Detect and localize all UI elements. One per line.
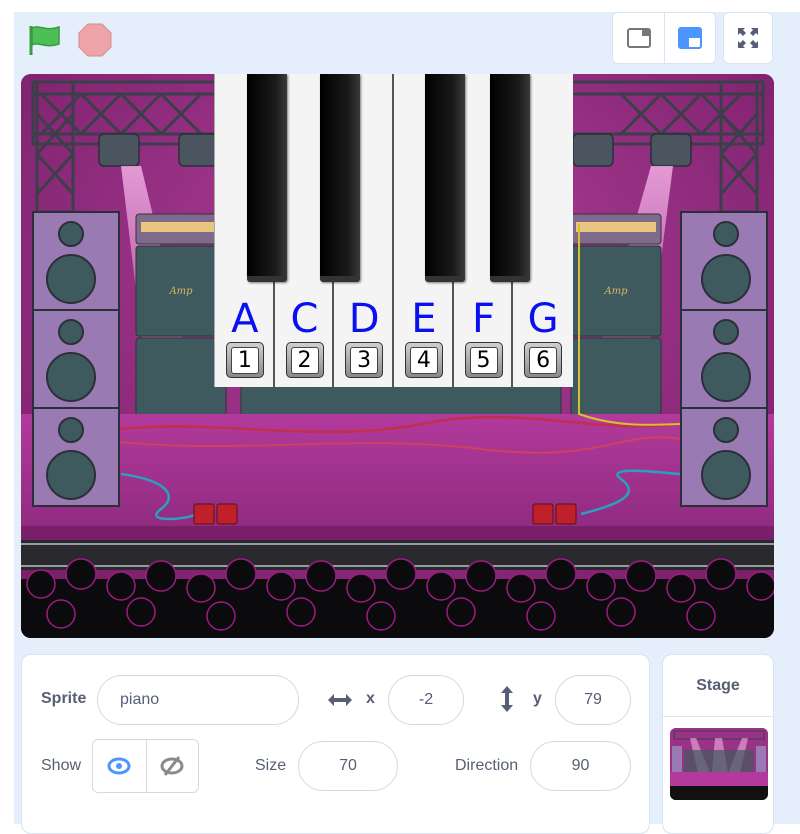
keyboard-shortcut-badge: 5 bbox=[464, 342, 503, 378]
fullscreen-icon bbox=[738, 28, 758, 48]
amp-label: Amp bbox=[168, 286, 193, 297]
normal-stage-button[interactable] bbox=[664, 13, 715, 63]
small-stage-button[interactable] bbox=[613, 13, 664, 63]
keyboard-shortcut-badge: 3 bbox=[345, 342, 384, 378]
stage-canvas[interactable]: Amp Amp A 1 C 2 D 3 E 4 F 5 G 6 bbox=[21, 74, 774, 638]
horizontal-arrows-icon bbox=[328, 694, 352, 706]
piano-black-key[interactable] bbox=[247, 74, 287, 282]
stage-thumbnail-image bbox=[670, 728, 768, 800]
note-letter: G bbox=[527, 296, 559, 342]
note-letter: E bbox=[411, 296, 437, 342]
size-input[interactable]: 70 bbox=[298, 741, 398, 791]
shortcut-key-label: 3 bbox=[350, 346, 379, 374]
y-position-input[interactable]: 79 bbox=[555, 675, 631, 725]
stage-selector[interactable]: Stage bbox=[662, 654, 774, 834]
note-letter: A bbox=[231, 296, 259, 342]
piano-black-key[interactable] bbox=[490, 74, 530, 282]
eye-hidden-icon bbox=[160, 756, 184, 776]
shortcut-key-label: 5 bbox=[469, 346, 498, 374]
direction-input[interactable]: 90 bbox=[530, 741, 631, 791]
sprite-name-input[interactable]: piano bbox=[97, 675, 299, 725]
size-value: 70 bbox=[339, 757, 357, 774]
keyboard-shortcut-badge: 4 bbox=[404, 342, 443, 378]
stage-thumbnail[interactable] bbox=[670, 728, 768, 800]
stage-layout-toggle bbox=[612, 12, 716, 64]
piano-black-key[interactable] bbox=[425, 74, 465, 282]
direction-value: 90 bbox=[571, 757, 590, 774]
keyboard-shortcut-badge: 6 bbox=[524, 342, 563, 378]
green-flag-button[interactable] bbox=[27, 24, 63, 56]
vertical-arrows-icon bbox=[501, 686, 513, 712]
eye-icon bbox=[107, 757, 131, 775]
x-label: x bbox=[366, 690, 375, 707]
sprite-name-value: piano bbox=[120, 691, 160, 708]
stop-button[interactable] bbox=[78, 23, 112, 57]
shortcut-key-label: 2 bbox=[290, 346, 319, 374]
keyboard-shortcut-badge: 1 bbox=[225, 342, 264, 378]
normal-stage-icon bbox=[678, 27, 702, 49]
piano-black-key[interactable] bbox=[320, 74, 360, 282]
shortcut-key-label: 6 bbox=[529, 346, 558, 374]
note-letter: F bbox=[471, 296, 495, 342]
stop-sign-icon bbox=[78, 23, 112, 57]
visibility-toggle bbox=[92, 739, 199, 793]
amp-label: Amp bbox=[603, 286, 628, 297]
shortcut-key-label: 1 bbox=[230, 346, 259, 374]
note-letter: C bbox=[290, 296, 319, 342]
small-stage-icon bbox=[626, 28, 651, 48]
green-flag-icon bbox=[29, 25, 60, 55]
show-sprite-button[interactable] bbox=[93, 740, 146, 792]
shortcut-key-label: 4 bbox=[409, 346, 438, 374]
sprite-info-panel: Sprite piano x -2 y 79 Show Size 70 Dire… bbox=[21, 654, 650, 834]
note-letter: D bbox=[348, 296, 380, 342]
fullscreen-button[interactable] bbox=[723, 12, 773, 64]
y-value: 79 bbox=[584, 691, 602, 708]
x-position-input[interactable]: -2 bbox=[388, 675, 464, 725]
x-value: -2 bbox=[418, 691, 434, 708]
keyboard-shortcut-badge: 2 bbox=[285, 342, 324, 378]
sprite-label: Sprite bbox=[41, 690, 87, 707]
direction-label: Direction bbox=[455, 757, 519, 774]
size-label: Size bbox=[255, 757, 287, 774]
stage-selector-title: Stage bbox=[663, 655, 773, 717]
show-label: Show bbox=[41, 757, 82, 774]
y-label: y bbox=[533, 690, 542, 707]
hide-sprite-button[interactable] bbox=[145, 740, 199, 792]
piano-sprite[interactable]: A 1 C 2 D 3 E 4 F 5 G 6 bbox=[214, 74, 573, 387]
